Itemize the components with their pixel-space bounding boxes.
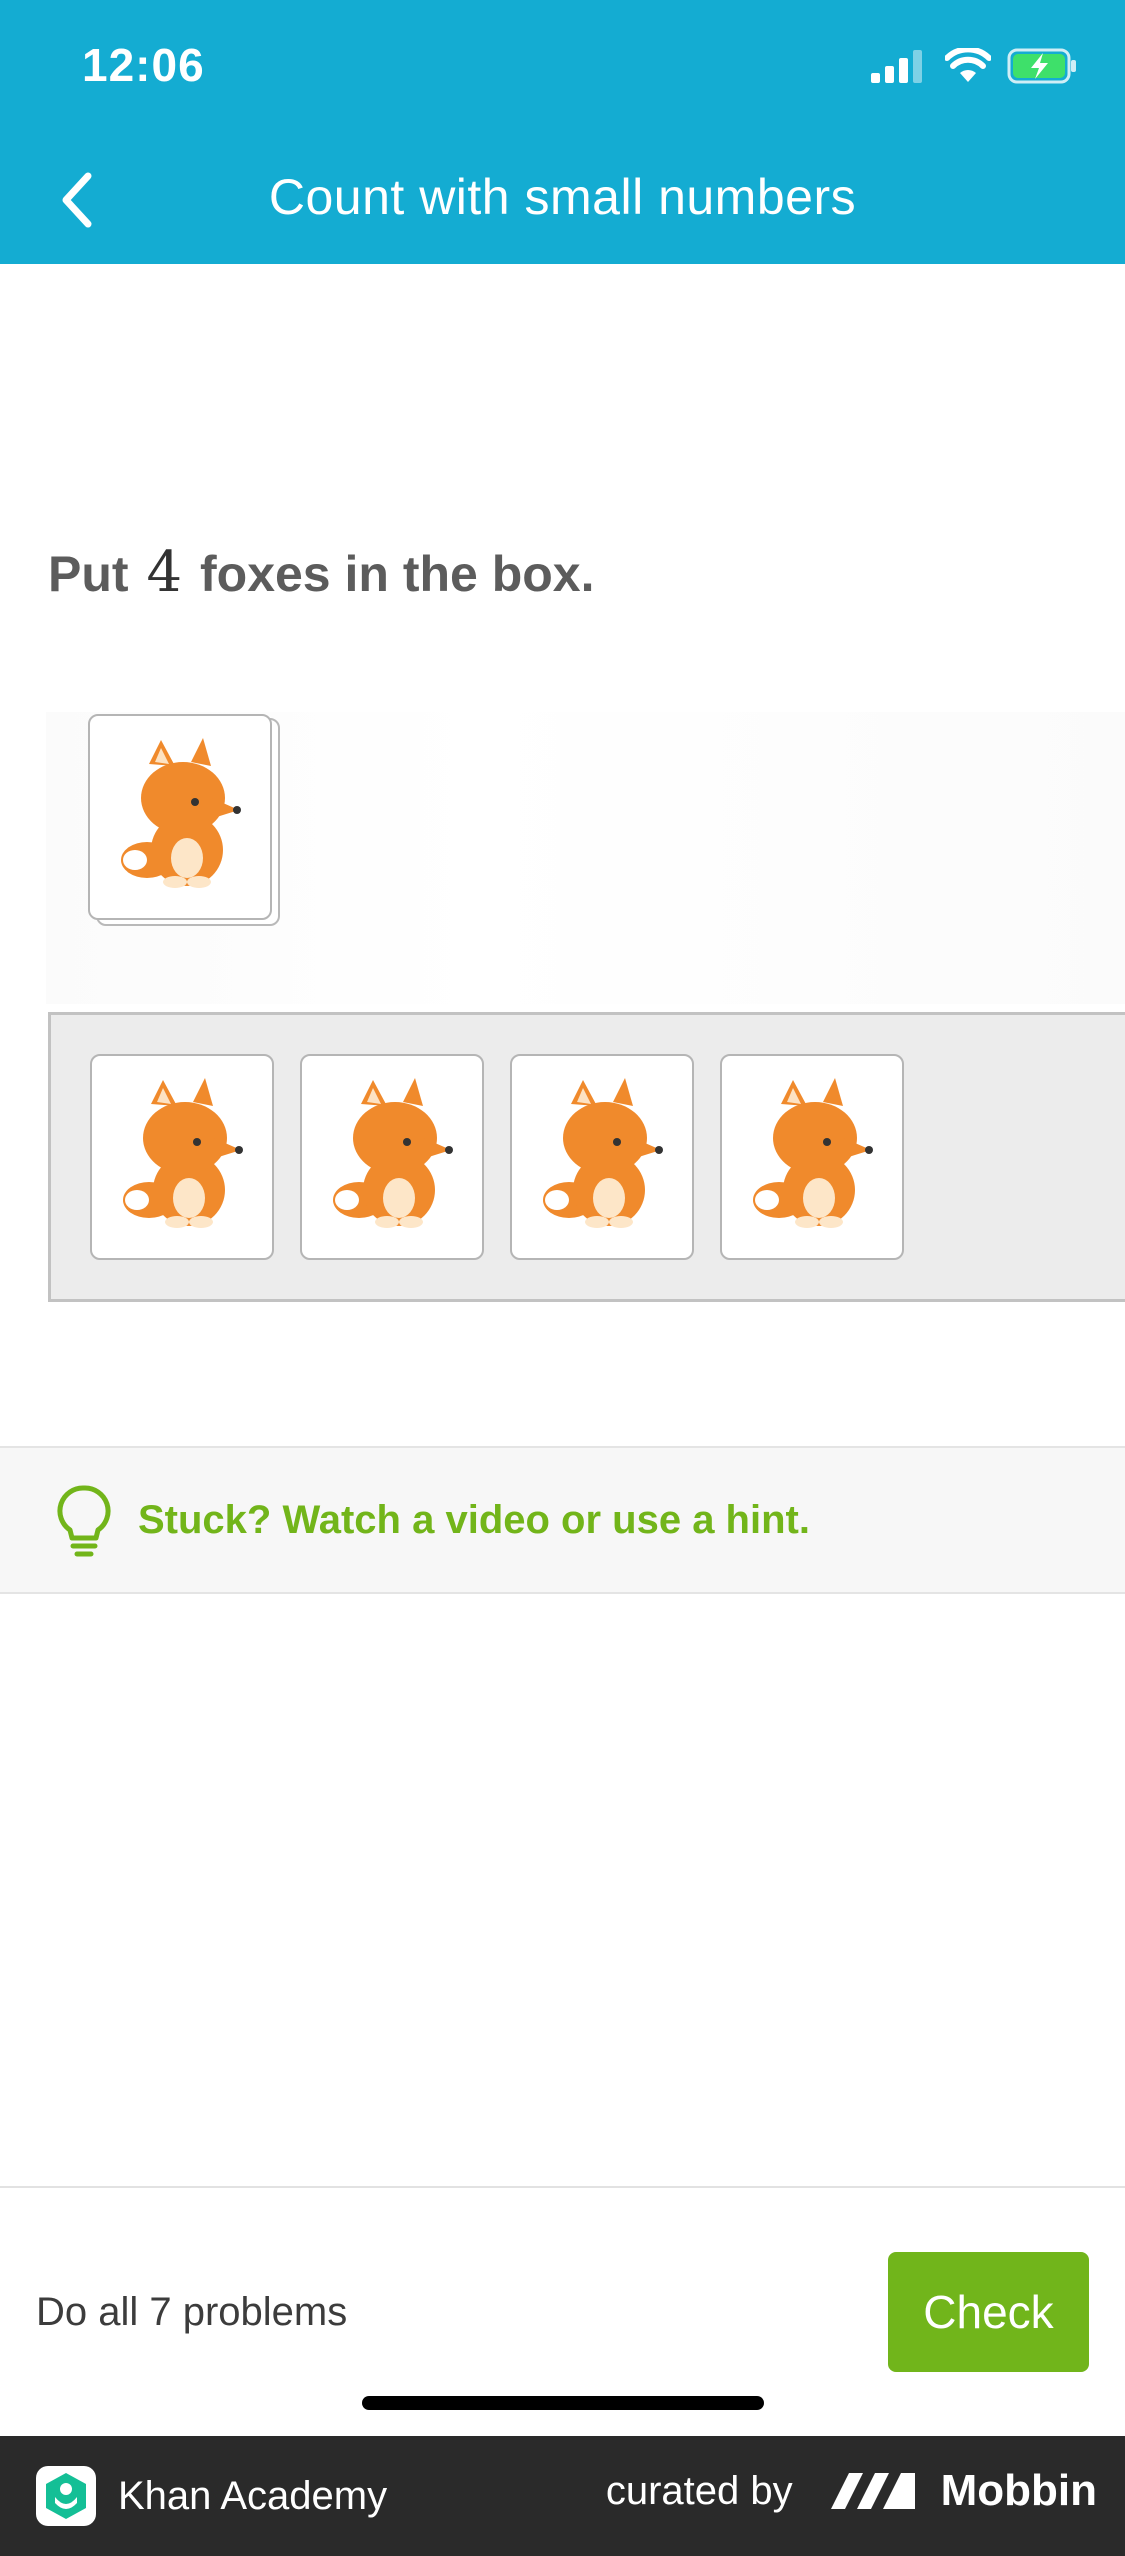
lightbulb-icon [57,1485,111,1557]
fox-icon [333,1078,453,1228]
fox-icon [121,738,241,888]
home-indicator[interactable] [362,2396,764,2410]
khan-academy-logo-icon [36,2466,96,2526]
hint-link[interactable]: Stuck? Watch a video or use a hint. [138,1498,810,1543]
check-button[interactable]: Check [888,2252,1089,2372]
fox-icon [753,1078,873,1228]
footer-divider [0,2186,1125,2188]
branding-bar: Khan Academy curated by Mobbin [0,2436,1125,2556]
fox-card[interactable] [300,1054,484,1260]
header: 12:06 Count with small numbers [0,0,1125,264]
fox-icon [543,1078,663,1228]
fox-card[interactable] [510,1054,694,1260]
curator-name: Mobbin [940,2466,1097,2515]
hint-bar[interactable]: Stuck? Watch a video or use a hint. [0,1446,1125,1594]
status-icons [871,48,1077,84]
curator-brand: curated by Mobbin [606,2466,1097,2516]
app-brand: Khan Academy [36,2466,387,2526]
nav-bar: Count with small numbers [0,140,1125,264]
wifi-icon [945,48,991,82]
question-number: 4 [146,540,183,605]
fox-card-source-stack[interactable] [88,714,272,920]
battery-charging-icon [1007,48,1076,84]
status-time: 12:06 [82,39,205,91]
page-title: Count with small numbers [268,169,857,225]
progress-text: Do all 7 problems [36,2290,348,2334]
question-prompt: Put 4 foxes in the box. [48,540,595,605]
cellular-signal-icon [871,50,922,83]
fox-card[interactable] [90,1054,274,1260]
curated-by-label: curated by [605,2468,793,2513]
fox-card[interactable] [720,1054,904,1260]
mobbin-logo-icon [830,2473,915,2509]
status-bar: 12:06 [0,0,1125,140]
app-name: Khan Academy [118,2473,388,2518]
question-prefix: Put [48,546,129,602]
fox-icon [123,1078,243,1228]
question-suffix: foxes in the box. [200,546,595,602]
